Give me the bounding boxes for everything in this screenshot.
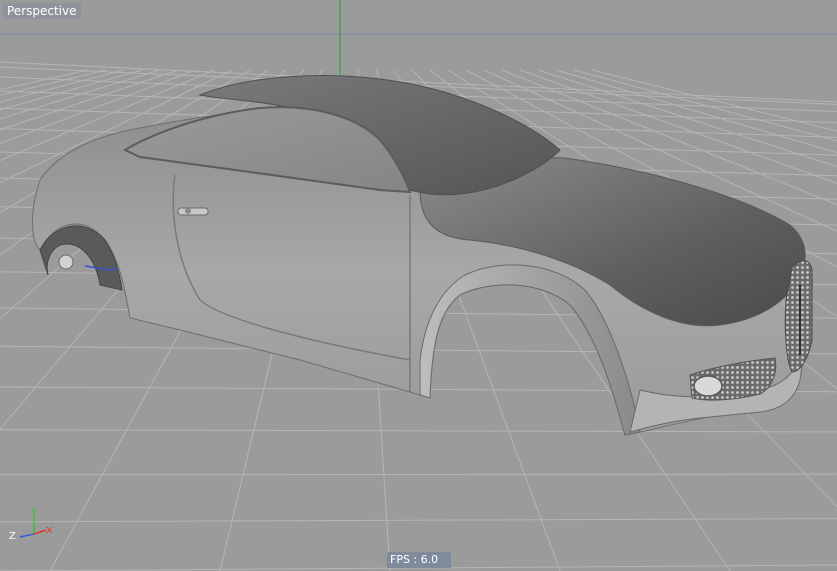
grid-line bbox=[0, 518, 837, 523]
gizmo-x-label: x bbox=[46, 523, 53, 536]
perspective-viewport[interactable]: Perspective FPS : 6.0 Y x Z bbox=[0, 0, 837, 571]
grid-line bbox=[0, 473, 837, 476]
gizmo-z-axis bbox=[19, 533, 35, 538]
viewport-name-label[interactable]: Perspective bbox=[3, 3, 81, 19]
fog-light bbox=[693, 375, 723, 397]
car-model[interactable] bbox=[32, 75, 813, 436]
fps-counter: FPS : 6.0 bbox=[387, 552, 451, 568]
gizmo-y-label: Y bbox=[30, 506, 38, 517]
3d-scene[interactable] bbox=[0, 0, 837, 571]
gizmo-x-axis bbox=[33, 529, 47, 535]
rear-exhaust bbox=[58, 254, 74, 270]
axis-gizmo: Y x Z bbox=[9, 506, 53, 542]
grid-line bbox=[0, 69, 89, 91]
door-handle bbox=[177, 207, 209, 216]
gizmo-z-label: Z bbox=[9, 531, 16, 542]
